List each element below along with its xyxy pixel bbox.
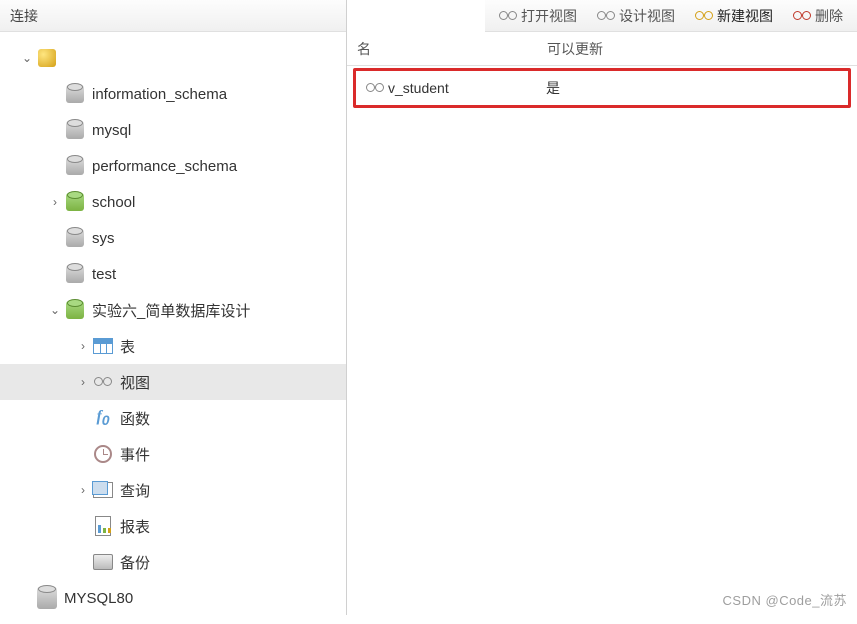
- tree-db-performance-schema[interactable]: performance_schema: [0, 148, 346, 184]
- view-list-header: 名 可以更新: [347, 32, 857, 66]
- open-view-button[interactable]: 打开视图: [493, 4, 583, 28]
- tree-folder-backups[interactable]: 备份: [0, 544, 346, 580]
- col-updatable-header: 可以更新: [547, 39, 847, 59]
- folder-label: 查询: [120, 480, 150, 501]
- db-label: school: [92, 194, 135, 211]
- report-icon: [95, 516, 111, 536]
- server-icon: [37, 587, 57, 609]
- folder-label: 视图: [120, 372, 150, 393]
- glasses-gold-icon: [695, 11, 713, 21]
- db-label: 实验六_简单数据库设计: [92, 300, 250, 321]
- database-icon: [66, 229, 84, 247]
- glasses-red-icon: [793, 11, 811, 21]
- chevron-right-icon[interactable]: ›: [76, 375, 90, 389]
- tree-db-test[interactable]: test: [0, 256, 346, 292]
- database-icon: [66, 157, 84, 175]
- database-active-icon: [66, 301, 84, 319]
- function-icon: f0: [96, 408, 109, 428]
- sidebar: 连接 ⌄ information_schema mysql performanc…: [0, 0, 347, 615]
- chevron-down-icon[interactable]: ⌄: [20, 51, 34, 65]
- tree-db-sys[interactable]: sys: [0, 220, 346, 256]
- views-icon: [94, 377, 112, 387]
- new-view-label: 新建视图: [717, 6, 773, 26]
- db-label: performance_schema: [92, 158, 237, 175]
- query-icon: [93, 482, 113, 498]
- db-label: test: [92, 266, 116, 283]
- open-view-label: 打开视图: [521, 6, 577, 26]
- design-view-button[interactable]: 设计视图: [591, 4, 681, 28]
- view-name: v_student: [388, 80, 449, 96]
- database-icon: [66, 85, 84, 103]
- tree-connection-mysql80[interactable]: MYSQL80: [0, 580, 346, 616]
- chevron-down-icon[interactable]: ⌄: [48, 303, 62, 317]
- view-item-icon: [366, 83, 384, 93]
- watermark: CSDN @Code_流苏: [723, 590, 847, 609]
- folder-label: 表: [120, 336, 135, 357]
- chevron-right-icon[interactable]: ›: [76, 483, 90, 497]
- tree-db-mysql[interactable]: mysql: [0, 112, 346, 148]
- folder-label: 报表: [120, 516, 150, 537]
- table-icon: [93, 338, 113, 354]
- folder-label: 备份: [120, 552, 150, 573]
- delete-button[interactable]: 删除: [787, 4, 849, 28]
- view-updatable: 是: [546, 78, 560, 98]
- design-view-label: 设计视图: [619, 6, 675, 26]
- sidebar-title: 连接: [0, 0, 346, 32]
- col-name-header: 名: [357, 39, 547, 59]
- new-view-button[interactable]: 新建视图: [689, 4, 779, 28]
- db-label: mysql: [92, 122, 131, 139]
- view-list-row[interactable]: v_student 是: [356, 71, 848, 105]
- database-icon: [66, 265, 84, 283]
- clock-icon: [94, 445, 112, 463]
- db-label: information_schema: [92, 86, 227, 103]
- db-label: sys: [92, 230, 115, 247]
- chevron-right-icon[interactable]: ›: [48, 195, 62, 209]
- tree-connection[interactable]: ⌄: [0, 40, 346, 76]
- tree-folder-views[interactable]: › 视图: [0, 364, 346, 400]
- main-panel: 名 可以更新 v_student 是: [347, 32, 857, 615]
- glasses-icon: [499, 11, 517, 21]
- folder-label: 函数: [120, 408, 150, 429]
- folder-label: 事件: [120, 444, 150, 465]
- tree-folder-queries[interactable]: › 查询: [0, 472, 346, 508]
- tree-db-experiment6[interactable]: ⌄ 实验六_简单数据库设计: [0, 292, 346, 328]
- tree-db-information-schema[interactable]: information_schema: [0, 76, 346, 112]
- top-toolbar: 打开视图 设计视图 新建视图 删除: [485, 0, 857, 32]
- backup-icon: [93, 554, 113, 570]
- database-icon: [66, 121, 84, 139]
- connection-icon: [38, 49, 56, 67]
- database-active-icon: [66, 193, 84, 211]
- connection-tree: ⌄ information_schema mysql performance_s…: [0, 32, 346, 624]
- tree-folder-events[interactable]: 事件: [0, 436, 346, 472]
- glasses-icon: [597, 11, 615, 21]
- tree-db-school[interactable]: › school: [0, 184, 346, 220]
- chevron-right-icon[interactable]: ›: [76, 339, 90, 353]
- connection2-label: MYSQL80: [64, 590, 133, 607]
- tree-folder-functions[interactable]: f0 函数: [0, 400, 346, 436]
- delete-label: 删除: [815, 6, 843, 26]
- tree-folder-reports[interactable]: 报表: [0, 508, 346, 544]
- highlighted-row: v_student 是: [353, 68, 851, 108]
- tree-folder-tables[interactable]: › 表: [0, 328, 346, 364]
